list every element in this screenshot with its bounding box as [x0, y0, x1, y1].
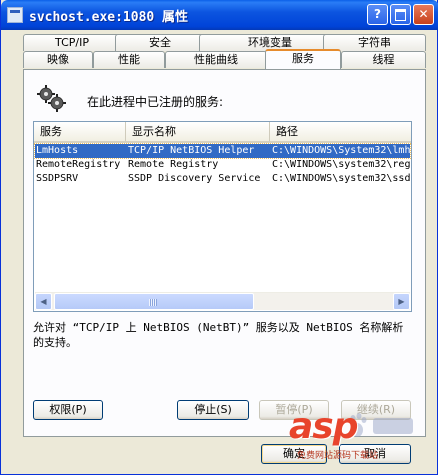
tab-image[interactable]: 映像: [23, 51, 93, 68]
ok-button[interactable]: 确定: [261, 444, 327, 464]
tab-threads[interactable]: 线程: [341, 51, 426, 68]
maximize-button[interactable]: [390, 4, 411, 25]
column-path[interactable]: 路径: [270, 122, 411, 141]
window-title: svchost.exe:1080 属性: [29, 10, 189, 25]
gears-icon: [37, 85, 66, 112]
tab-services[interactable]: 服务: [265, 49, 341, 69]
services-list[interactable]: 服务 显示名称 路径 LmHosts TCP/IP NetBIOS Helper…: [33, 121, 412, 312]
service-name: RemoteRegistry: [36, 159, 121, 170]
scroll-right-icon[interactable]: ▶: [393, 293, 410, 310]
services-heading: 在此进程中已注册的服务:: [87, 95, 224, 109]
cancel-button[interactable]: 取消: [339, 444, 411, 464]
table-row[interactable]: SSDPSRV SSDP Discovery Service C:\WINDOW…: [35, 172, 412, 186]
column-display-name[interactable]: 显示名称: [126, 122, 270, 141]
close-button[interactable]: [413, 4, 434, 25]
service-name: SSDPSRV: [36, 173, 79, 184]
tab-performance-graph[interactable]: 性能曲线: [165, 51, 267, 68]
service-display-name: SSDP Discovery Service: [128, 173, 261, 184]
tab-tcpip[interactable]: TCP/IP: [23, 34, 121, 51]
window-app-icon: [7, 7, 23, 23]
service-display-name: Remote Registry: [128, 159, 219, 170]
table-row[interactable]: LmHosts TCP/IP NetBIOS Helper C:\WINDOWS…: [34, 143, 412, 159]
scroll-left-icon[interactable]: ◀: [35, 293, 52, 310]
pause-button[interactable]: 暂停(P): [259, 400, 329, 420]
grip-icon: [149, 299, 157, 306]
service-path: C:\WINDOWS\system32\ssdp: [272, 173, 412, 184]
table-row[interactable]: RemoteRegistry Remote Registry C:\WINDOW…: [35, 158, 412, 172]
service-name: LmHosts: [36, 145, 79, 156]
horizontal-scrollbar[interactable]: ◀ ▶: [35, 292, 410, 310]
permissions-button[interactable]: 权限(P): [33, 400, 103, 420]
title-bar[interactable]: svchost.exe:1080 属性 ?: [1, 0, 438, 30]
properties-window: svchost.exe:1080 属性 ? TCP/IP 安全 环境变量 字符串…: [0, 0, 438, 475]
stop-button[interactable]: 停止(S): [177, 400, 249, 420]
tab-performance[interactable]: 性能: [93, 51, 165, 68]
scrollbar-thumb[interactable]: [54, 293, 254, 310]
list-header: 服务 显示名称 路径: [34, 122, 411, 143]
resume-button[interactable]: 继续(R): [341, 400, 411, 420]
tab-security[interactable]: 安全: [115, 34, 205, 51]
service-path: C:\WINDOWS\system32\regs: [272, 159, 412, 170]
help-button[interactable]: ?: [367, 4, 388, 25]
service-description: 允许对 “TCP/IP 上 NetBIOS (NetBT)” 服务以及 NetB…: [33, 321, 404, 349]
column-service[interactable]: 服务: [34, 122, 126, 141]
service-path: C:\WINDOWS\System32\lmhs: [272, 145, 412, 156]
service-display-name: TCP/IP NetBIOS Helper: [128, 145, 255, 156]
